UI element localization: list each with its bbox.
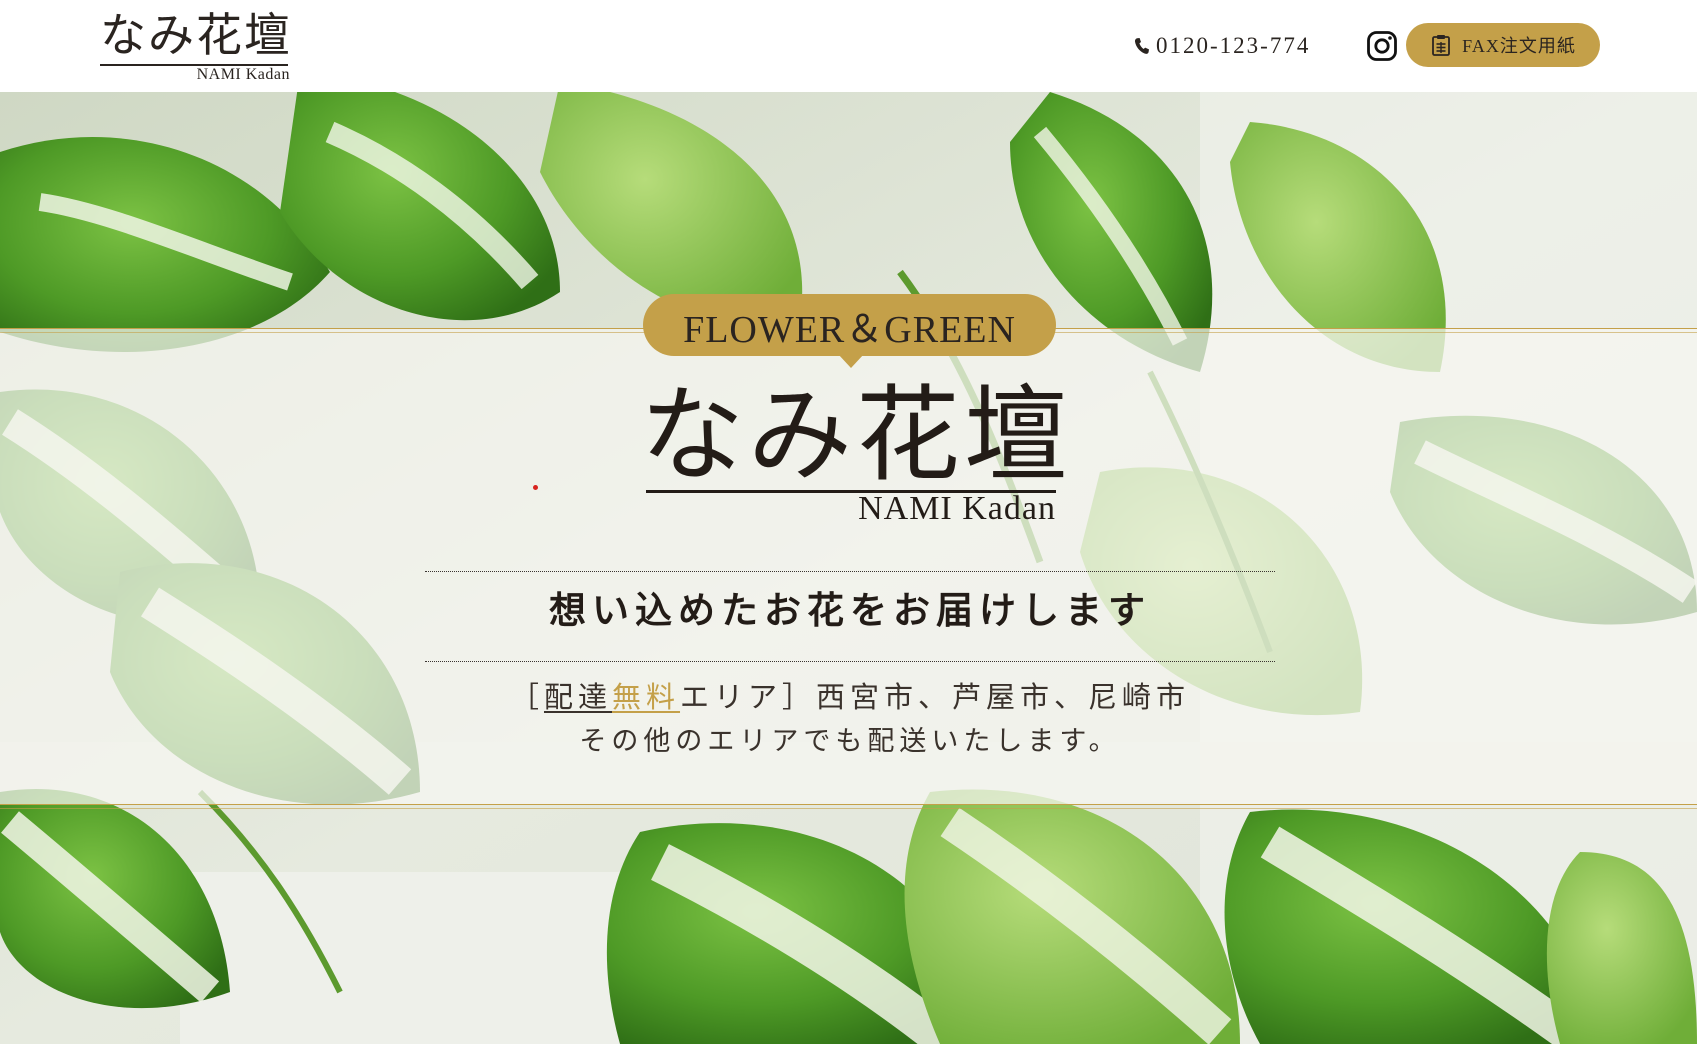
site-header: なみ花壇 NAMI Kadan 0120-123-774 FAX注文用紙 bbox=[0, 0, 1697, 92]
area-cities-text: エリア］西宮市、芦屋市、尼崎市 bbox=[680, 680, 1191, 714]
hero-logo-english-text: NAMI Kadan bbox=[858, 490, 1056, 527]
phone-icon bbox=[1134, 38, 1149, 54]
tagline-bottom-dotted-rule bbox=[425, 661, 1275, 662]
flower-green-tag-text: FLOWER＆GREEN bbox=[683, 308, 1016, 351]
phone-link[interactable]: 0120-123-774 bbox=[1134, 30, 1310, 62]
red-dot-marker bbox=[533, 485, 538, 490]
other-area-note: その他のエリアでも配送いたします。 bbox=[579, 726, 1121, 757]
area-open-bracket: ［ bbox=[509, 680, 544, 714]
tagline-top-dotted-rule bbox=[425, 571, 1275, 572]
hero-logo: なみ花壇 NAMI Kadan bbox=[640, 378, 1068, 528]
phone-number: 0120-123-774 bbox=[1156, 33, 1311, 58]
hero-logo-japanese-text: なみ花壇 bbox=[640, 374, 1073, 496]
tag-pointer bbox=[838, 354, 864, 368]
free-word: 無料 bbox=[612, 680, 681, 714]
band-bottom-rule-inner bbox=[0, 808, 1697, 809]
fax-order-form-button[interactable]: FAX注文用紙 bbox=[1406, 23, 1600, 67]
flower-green-tag: FLOWER＆GREEN bbox=[643, 294, 1056, 356]
site-logo[interactable]: なみ花壇 NAMI Kadan bbox=[100, 8, 292, 83]
fax-button-label: FAX注文用紙 bbox=[1462, 36, 1576, 56]
hero-section: FLOWER＆GREEN なみ花壇 NAMI Kadan 想い込めたお花をお届け… bbox=[0, 92, 1697, 1044]
clipboard-icon bbox=[1432, 35, 1451, 56]
delivery-word: 配達 bbox=[543, 680, 612, 714]
logo-english-text: NAMI Kadan bbox=[196, 66, 290, 83]
logo-japanese-text: なみ花壇 bbox=[100, 8, 292, 62]
instagram-link[interactable] bbox=[1366, 30, 1398, 62]
band-bottom-rule bbox=[0, 804, 1697, 805]
instagram-icon bbox=[1367, 31, 1397, 61]
delivery-area-line: ［配達無料エリア］西宮市、芦屋市、尼崎市 bbox=[425, 674, 1275, 720]
hero-tagline: 想い込めたお花をお届けします bbox=[549, 588, 1151, 632]
